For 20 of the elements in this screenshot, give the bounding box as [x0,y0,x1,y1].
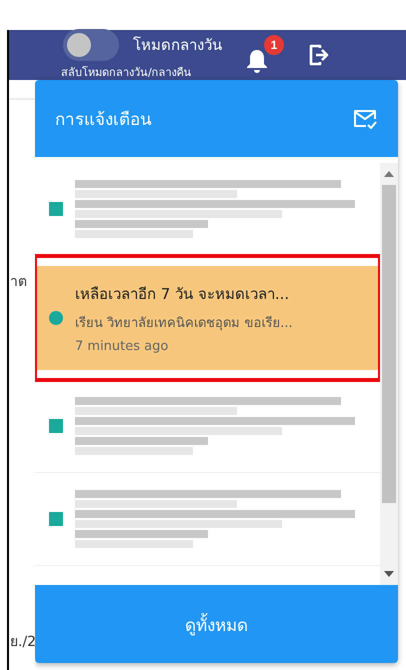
bell-icon [244,47,270,75]
notification-time: 7 minutes ago [75,339,170,354]
toggle-caption: สลับโหมดกลางวัน/กลางคืน [61,65,193,81]
mail-check-icon[interactable] [352,108,378,130]
notification-item[interactable]: เหลือเวลาอีก 7 วัน จะหมดเวลา... เรียน วิทยาลัยเทคนิคเดชอุดม ขอเรีย... 7 minutes ago [35,256,380,380]
notification-bell-button[interactable]: 1 [244,35,284,75]
theme-toggle-switch[interactable] [63,29,119,61]
background-text-fragment: ย./2 [10,633,36,652]
background-text-fragment: าต [10,273,27,292]
scrollbar[interactable] [380,163,398,585]
scroll-down-icon[interactable] [384,571,394,577]
panel-title: การแจ้งเตือน [55,109,152,132]
scroll-up-icon[interactable] [384,171,394,177]
scrollbar-thumb[interactable] [382,185,396,503]
notification-title: เหลือเวลาอีก 7 วัน จะหมดเวลา... [75,284,290,305]
view-all-button[interactable]: ดูทั้งหมด [35,585,398,663]
logout-icon [308,44,330,66]
mode-label: โหมดกลางวัน [133,35,222,56]
notification-body: เรียน วิทยาลัยเทคนิคเดชอุดม ขอเรีย... [75,314,293,333]
notification-count-badge: 1 [264,35,284,55]
